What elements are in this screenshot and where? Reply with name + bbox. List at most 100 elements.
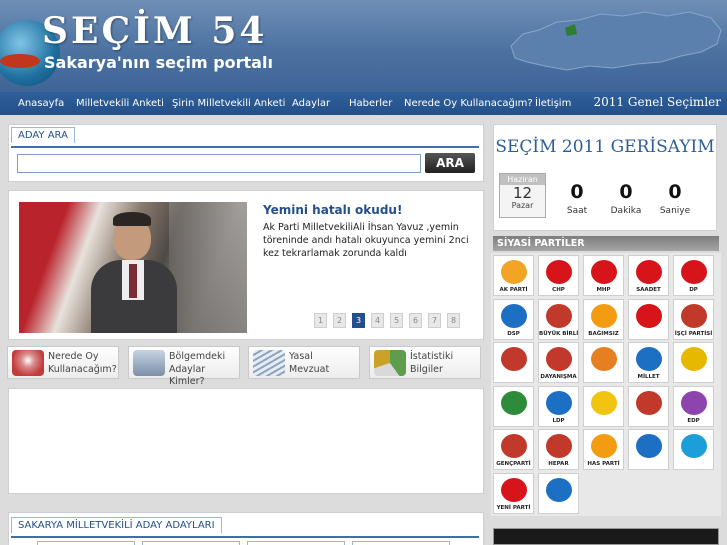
calendar-weekday: Pazar	[511, 201, 534, 210]
quick-link-label: Nerede Oy	[48, 351, 99, 362]
party-label: AK PARTİ	[499, 287, 528, 293]
party-logo[interactable]: DP	[673, 255, 714, 296]
pager-button[interactable]: 7	[428, 313, 441, 328]
party-logo[interactable]	[628, 298, 669, 340]
candidate-card[interactable]	[142, 541, 240, 545]
countdown-hours: 0 Saat	[553, 181, 601, 216]
nav-item-where-to-vote[interactable]: Nerede Oy Kullanacağım?	[404, 98, 533, 109]
pager-button[interactable]: 6	[409, 313, 422, 328]
main-nav: Anasayfa Milletvekili Anketi Şirin Mille…	[0, 92, 727, 115]
nav-item-mp-poll[interactable]: Milletvekili Anketi	[76, 98, 164, 109]
candidate-card[interactable]	[352, 541, 450, 545]
pager-button[interactable]: 5	[390, 313, 403, 328]
nav-item-contact[interactable]: İletişim	[535, 98, 571, 109]
party-logo[interactable]	[673, 429, 714, 470]
countdown-panel: SEÇİM 2011 GERİSAYIM Haziran 12 Pazar 0 …	[493, 124, 717, 231]
news-summary: Ak Parti MilletvekiliAli İhsan Yavuz ,ye…	[263, 222, 469, 259]
party-logo[interactable]: BÜYÜK BİRLİK	[538, 298, 579, 340]
question-mark-icon	[12, 350, 44, 376]
party-logo[interactable]: AK PARTİ	[493, 255, 534, 296]
party-logo[interactable]: LDP	[538, 385, 579, 427]
party-emblem-icon	[546, 434, 572, 458]
search-tab[interactable]: ADAY ARA	[11, 127, 75, 143]
party-logo[interactable]: YENİ PARTİ	[493, 472, 534, 514]
election-label: 2011 Genel Seçimler	[593, 95, 721, 109]
search-input[interactable]	[17, 154, 421, 173]
news-slider: Yemini hatalı okudu! Ak Parti Milletveki…	[8, 190, 484, 340]
pager-button[interactable]: 4	[371, 313, 384, 328]
party-emblem-icon	[591, 303, 617, 328]
candidate-card[interactable]	[37, 541, 135, 545]
party-label: İŞÇİ PARTİSİ	[674, 330, 713, 337]
party-emblem-icon	[546, 477, 572, 502]
site-subtitle: Sakarya'nın seçim portalı	[44, 53, 273, 72]
chart-icon	[374, 350, 406, 376]
party-label: SAADET	[636, 287, 661, 293]
countdown-seconds: 0 Saniye	[651, 181, 699, 216]
party-logo[interactable]: MHP	[583, 255, 624, 296]
party-logo[interactable]	[583, 342, 624, 383]
quick-link-label: Mevzuat	[289, 364, 330, 375]
documents-icon	[253, 350, 285, 376]
search-button[interactable]: ARA	[425, 153, 475, 173]
quick-link-statistics[interactable]: İstatistiki Bilgiler	[369, 346, 481, 379]
party-emblem-icon	[636, 303, 662, 328]
nav-item-home[interactable]: Anasayfa	[18, 98, 64, 109]
pager-button-active[interactable]: 3	[352, 313, 365, 328]
party-logo[interactable]	[493, 385, 534, 427]
turkey-map-icon	[510, 11, 722, 71]
nav-item-cute-mp-poll[interactable]: Şirin Milletvekili Anketi	[172, 98, 285, 109]
quick-link-label: Yasal	[289, 351, 313, 362]
quick-link-label: Adaylar Kimler?	[169, 364, 206, 387]
candidate-card[interactable]	[247, 541, 345, 545]
party-emblem-icon	[681, 434, 707, 458]
party-logo[interactable]	[628, 385, 669, 427]
party-label: HAS PARTİ	[587, 461, 620, 467]
site-title[interactable]: SEÇİM 54	[42, 10, 267, 52]
quick-link-label: Kullanacağım?	[48, 364, 117, 375]
quick-link-local-candidates[interactable]: Bölgemdeki Adaylar Kimler?	[128, 346, 240, 387]
candidates-tab[interactable]: SAKARYA MİLLETVEKİLİ ADAY ADAYLARI	[11, 517, 222, 533]
party-logo[interactable]: BAĞIMSIZ	[583, 298, 624, 340]
quick-link-where-to-vote[interactable]: Nerede Oy Kullanacağım?	[7, 346, 119, 379]
party-label: DP	[689, 287, 698, 293]
party-logo[interactable]: SAADET	[628, 255, 669, 296]
party-logo[interactable]	[583, 385, 624, 427]
party-logo[interactable]	[493, 342, 534, 383]
party-label: BAĞIMSIZ	[588, 330, 619, 337]
quick-link-legislation[interactable]: Yasal Mevzuat	[248, 346, 360, 379]
party-logo[interactable]: EDP	[673, 385, 714, 427]
party-label: HEPAR	[548, 461, 569, 467]
ad-panel	[8, 388, 484, 494]
party-logo[interactable]	[673, 342, 714, 383]
party-label: GENÇPARTİ	[496, 461, 531, 467]
news-photo[interactable]	[19, 202, 247, 333]
pager-button[interactable]: 1	[314, 313, 327, 328]
pager-button[interactable]: 2	[333, 313, 346, 328]
countdown-label: Dakika	[610, 206, 642, 216]
party-emblem-icon	[546, 260, 572, 284]
party-logo[interactable]: DSP	[493, 298, 534, 340]
party-emblem-icon	[591, 390, 617, 415]
party-logo[interactable]: MİLLET	[628, 342, 669, 383]
countdown-label: Saat	[566, 206, 588, 216]
party-logo[interactable]: GENÇPARTİ	[493, 429, 534, 470]
party-logo[interactable]	[628, 429, 669, 470]
party-emblem-icon	[546, 347, 572, 371]
news-headline[interactable]: Yemini hatalı okudu!	[263, 203, 402, 217]
party-emblem-icon	[546, 303, 572, 328]
party-emblem-icon	[501, 303, 527, 328]
pager-button[interactable]: 8	[447, 313, 460, 328]
party-logo[interactable]: İŞÇİ PARTİSİ	[673, 298, 714, 340]
nav-item-news[interactable]: Haberler	[349, 98, 392, 109]
countdown-value: 0	[619, 181, 633, 203]
party-emblem-icon	[501, 434, 527, 458]
nav-item-candidates[interactable]: Adaylar	[292, 98, 330, 109]
party-emblem-icon	[546, 390, 572, 415]
party-logo[interactable]: DAYANIŞMA	[538, 342, 579, 383]
party-logo[interactable]: HEPAR	[538, 429, 579, 470]
party-label: MİLLET	[637, 374, 660, 380]
party-logo[interactable]	[538, 472, 579, 514]
party-logo[interactable]: HAS PARTİ	[583, 429, 624, 470]
party-logo[interactable]: CHP	[538, 255, 579, 296]
